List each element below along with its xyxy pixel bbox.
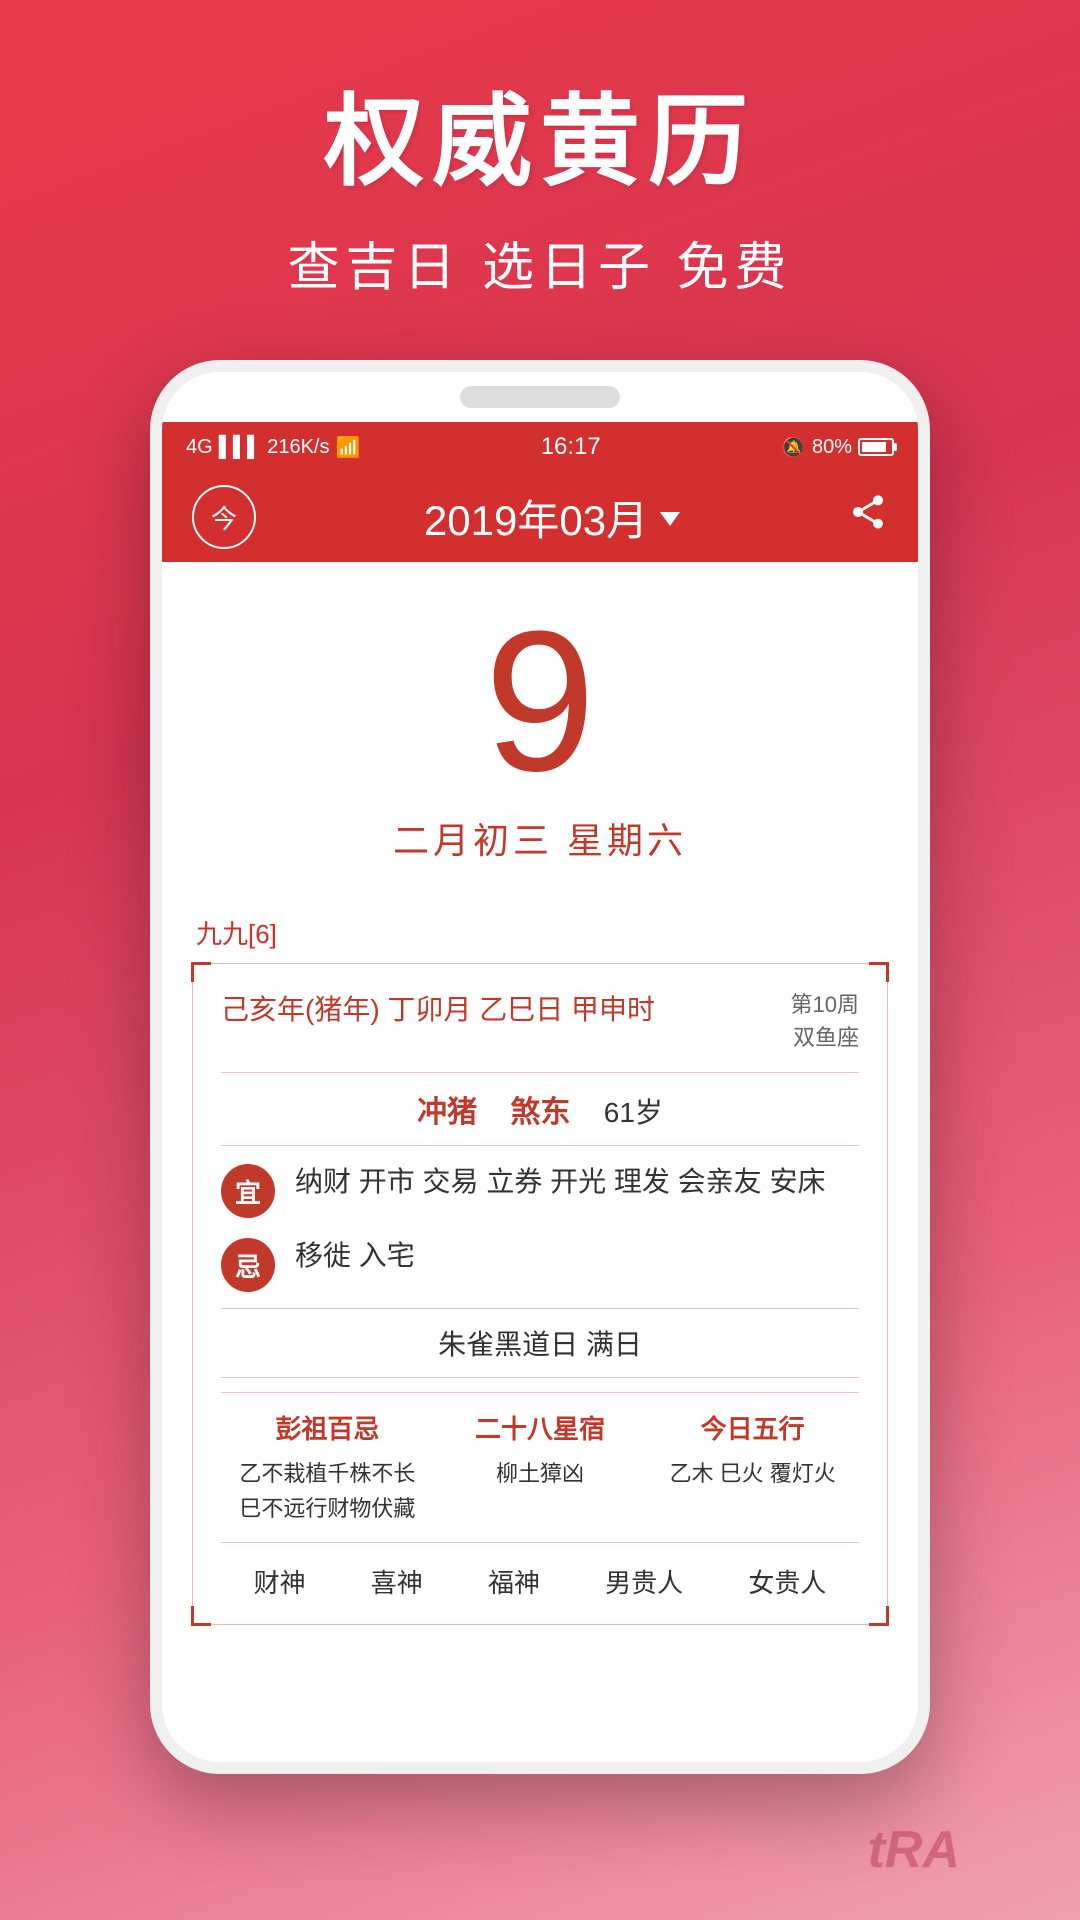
status-time: 16:17 xyxy=(541,433,601,461)
bottom-grid: 彭祖百忌 乙不栽植千株不长 巳不远行财物伏藏 二十八星宿 柳土獐凶 今日五行 乙… xyxy=(221,1392,859,1542)
peng-zu-col: 彭祖百忌 乙不栽植千株不长 巳不远行财物伏藏 xyxy=(221,1409,434,1526)
status-right: 🔕 80% xyxy=(781,435,894,460)
alarm-icon: 🔕 xyxy=(781,435,806,460)
battery-icon xyxy=(858,438,894,456)
status-bar: 4G ▌▌▌ 216K/s 📶 16:17 🔕 80% xyxy=(162,422,918,472)
sha-text: 煞东 xyxy=(510,1096,570,1129)
ji-row: 忌 移徙 入宅 xyxy=(221,1234,859,1292)
phone-notch xyxy=(162,372,918,422)
promo-section: 权威黄历 查吉日 选日子 免费 xyxy=(0,0,1080,340)
almanac-card: 己亥年(猪年) 丁卯月 乙巳日 甲申时 第10周 双鱼座 冲猪 煞东 61岁 xyxy=(192,963,888,1625)
peng-zu-line2: 巳不远行财物伏藏 xyxy=(221,1491,434,1526)
bottom-grid-row: 彭祖百忌 乙不栽植千株不长 巳不远行财物伏藏 二十八星宿 柳土獐凶 今日五行 乙… xyxy=(221,1392,859,1542)
age-text: 61岁 xyxy=(604,1097,663,1128)
ganzhi-row: 己亥年(猪年) 丁卯月 乙巳日 甲申时 第10周 双鱼座 xyxy=(221,988,859,1054)
month-selector[interactable]: 2019年03月 xyxy=(424,487,680,548)
sub-title: 查吉日 选日子 免费 xyxy=(40,225,1040,300)
wifi-icon: 📶 xyxy=(335,435,360,460)
status-left: 4G ▌▌▌ 216K/s 📶 xyxy=(186,435,360,460)
yi-row: 宜 纳财 开市 交易 立券 开光 理发 会亲友 安床 xyxy=(221,1160,859,1218)
main-title: 权威黄历 xyxy=(40,60,1040,205)
corner-br-decoration xyxy=(869,1606,889,1626)
yi-content: 纳财 开市 交易 立券 开光 理发 会亲友 安床 xyxy=(295,1160,859,1205)
chong-text: 冲猪 xyxy=(417,1096,477,1129)
footer-label-4: 女贵人 xyxy=(748,1563,826,1600)
footer-labels-row: 财神 喜神 福神 男贵人 女贵人 xyxy=(221,1542,859,1600)
day-number: 9 xyxy=(192,602,888,802)
footer-label-2: 福神 xyxy=(488,1563,540,1600)
corner-bl-decoration xyxy=(191,1606,211,1626)
month-text: 2019年03月 xyxy=(424,487,648,548)
battery-percent: 80% xyxy=(812,436,852,459)
share-button[interactable] xyxy=(848,492,888,542)
divider-1 xyxy=(221,1072,859,1073)
ganzhi-text: 己亥年(猪年) 丁卯月 乙巳日 甲申时 xyxy=(221,988,655,1028)
wuxing-col: 今日五行 乙木 巳火 覆灯火 xyxy=(646,1409,859,1526)
app-header: 今 2019年03月 xyxy=(162,472,918,562)
nine-nine-label: 九九[6] xyxy=(192,914,888,951)
peng-zu-title: 彭祖百忌 xyxy=(221,1409,434,1446)
divider-4 xyxy=(221,1377,859,1378)
black-day-row: 朱雀黑道日 满日 xyxy=(221,1323,859,1363)
week-label: 第10周 xyxy=(791,988,859,1021)
divider-2 xyxy=(221,1145,859,1146)
phone-speaker xyxy=(460,386,620,408)
footer-label-0: 财神 xyxy=(254,1563,306,1600)
today-button[interactable]: 今 xyxy=(192,485,256,549)
tra-watermark: tRA xyxy=(868,1820,960,1880)
corner-tr-decoration xyxy=(869,962,889,982)
wuxing-content: 乙木 巳火 覆灯火 xyxy=(646,1456,859,1491)
footer-label-3: 男贵人 xyxy=(605,1563,683,1600)
signal-bars: ▌▌▌ xyxy=(219,436,262,459)
chong-sha-row: 冲猪 煞东 61岁 xyxy=(221,1087,859,1131)
footer-label-1: 喜神 xyxy=(371,1563,423,1600)
ji-content: 移徙 入宅 xyxy=(295,1234,859,1279)
ji-badge: 忌 xyxy=(221,1238,275,1292)
xiu-content: 柳土獐凶 xyxy=(434,1456,647,1491)
peng-zu-line1: 乙不栽植千株不长 xyxy=(221,1456,434,1491)
calendar-body: 9 二月初三 星期六 九九[6] 己亥年(猪年) 丁卯月 乙巳日 甲申时 第10… xyxy=(162,562,918,1762)
dropdown-arrow-icon xyxy=(660,512,680,526)
zodiac-label: 双鱼座 xyxy=(791,1021,859,1054)
today-label: 今 xyxy=(211,499,237,536)
wuxing-title: 今日五行 xyxy=(646,1409,859,1446)
xiu-title: 二十八星宿 xyxy=(434,1409,647,1446)
phone-mockup: 4G ▌▌▌ 216K/s 📶 16:17 🔕 80% 今 2019年03月 xyxy=(150,360,930,1774)
divider-3 xyxy=(221,1308,859,1309)
almanac-section: 九九[6] 己亥年(猪年) 丁卯月 乙巳日 甲申时 第10周 双鱼座 xyxy=(192,914,888,1625)
battery-fill xyxy=(862,442,886,452)
big-date-section: 9 二月初三 星期六 xyxy=(192,562,888,884)
yi-badge: 宜 xyxy=(221,1164,275,1218)
network-speed: 216K/s xyxy=(267,436,329,459)
signal-icon: 4G xyxy=(186,436,213,459)
week-zodiac: 第10周 双鱼座 xyxy=(791,988,859,1054)
corner-tl-decoration xyxy=(191,962,211,982)
lunar-date: 二月初三 星期六 xyxy=(192,812,888,864)
xiu-col: 二十八星宿 柳土獐凶 xyxy=(434,1409,647,1526)
